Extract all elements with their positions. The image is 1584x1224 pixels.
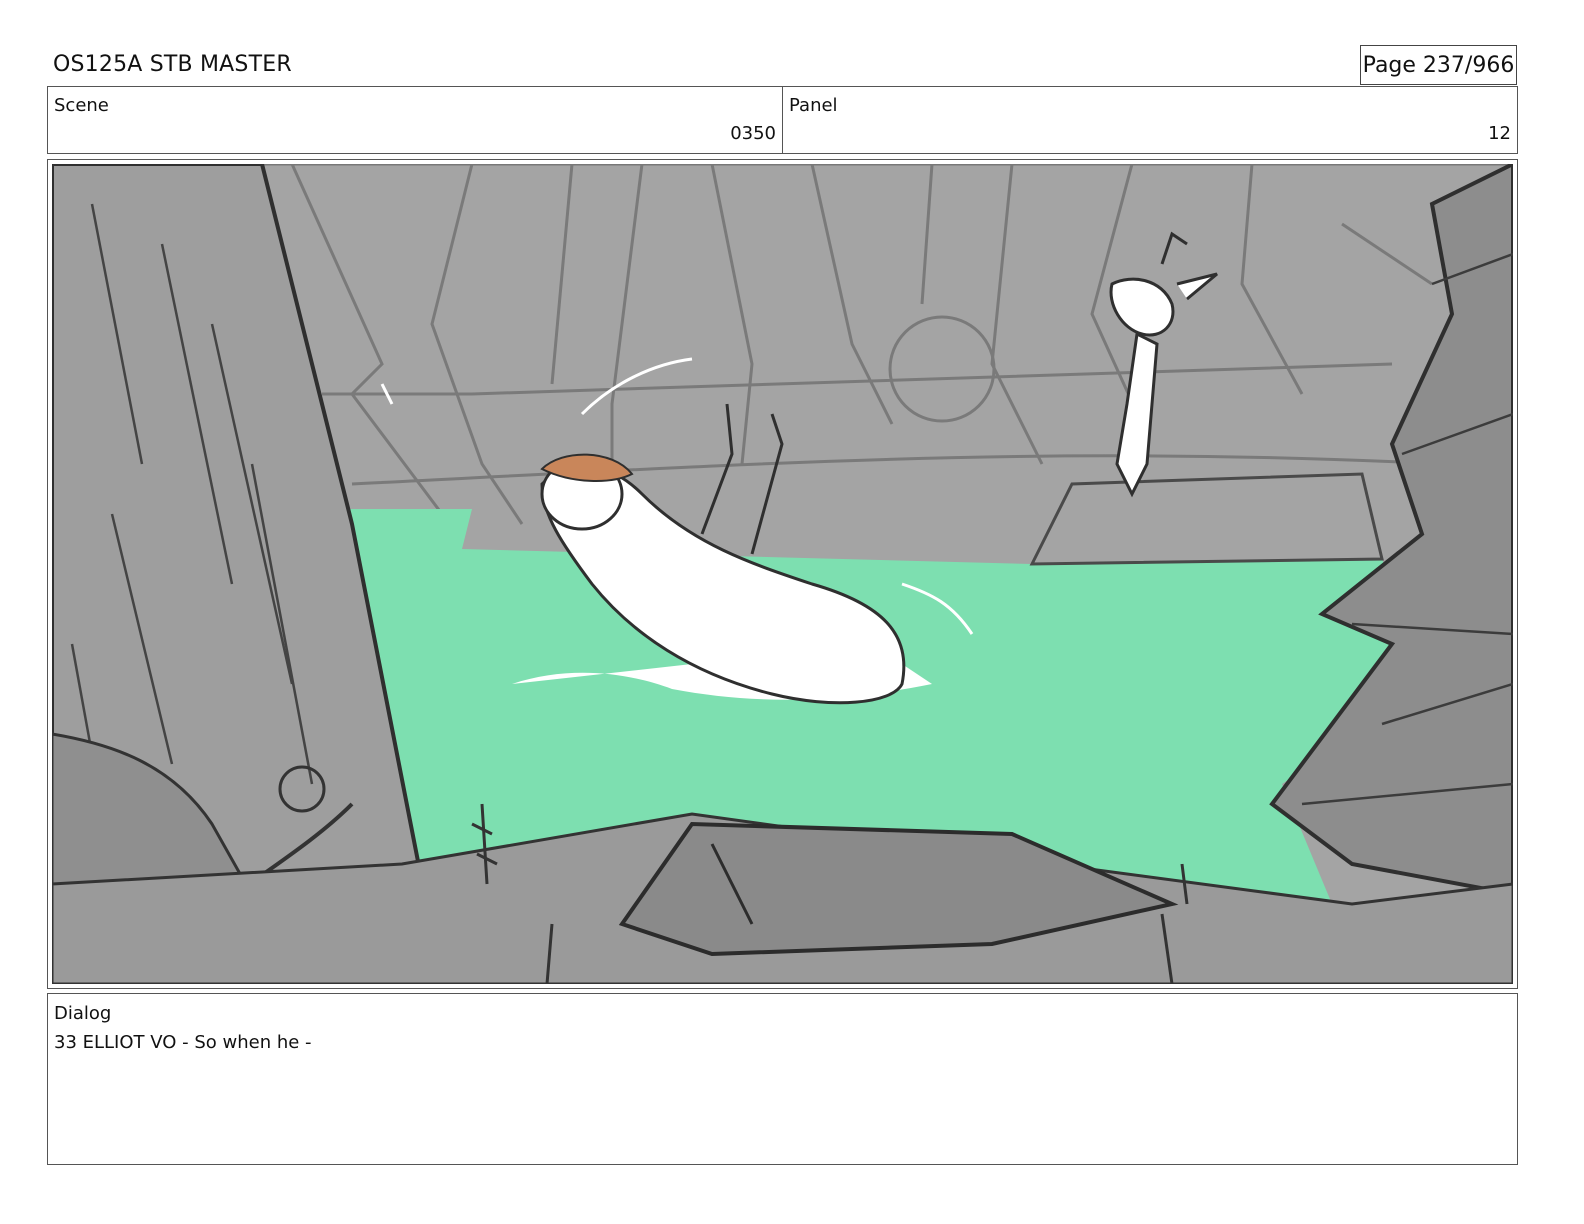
panel-number: 12: [1488, 123, 1511, 144]
scene-cell: Scene 0350: [48, 87, 783, 153]
panel-cell: Panel 12: [783, 87, 1517, 153]
storyboard-frame: [47, 159, 1518, 989]
storyboard-drawing: [52, 164, 1513, 984]
page-number: Page 237/966: [1360, 45, 1517, 85]
panel-label: Panel: [789, 95, 838, 116]
document-title: OS125A STB MASTER: [53, 52, 292, 77]
scene-number: 0350: [730, 123, 776, 144]
dialog-text: 33 ELLIOT VO - So when he -: [54, 1032, 312, 1053]
dialog-label: Dialog: [54, 1003, 112, 1024]
scene-panel-info: Scene 0350 Panel 12: [47, 86, 1518, 154]
dialog-box: Dialog 33 ELLIOT VO - So when he -: [47, 993, 1518, 1165]
scene-label: Scene: [54, 95, 109, 116]
